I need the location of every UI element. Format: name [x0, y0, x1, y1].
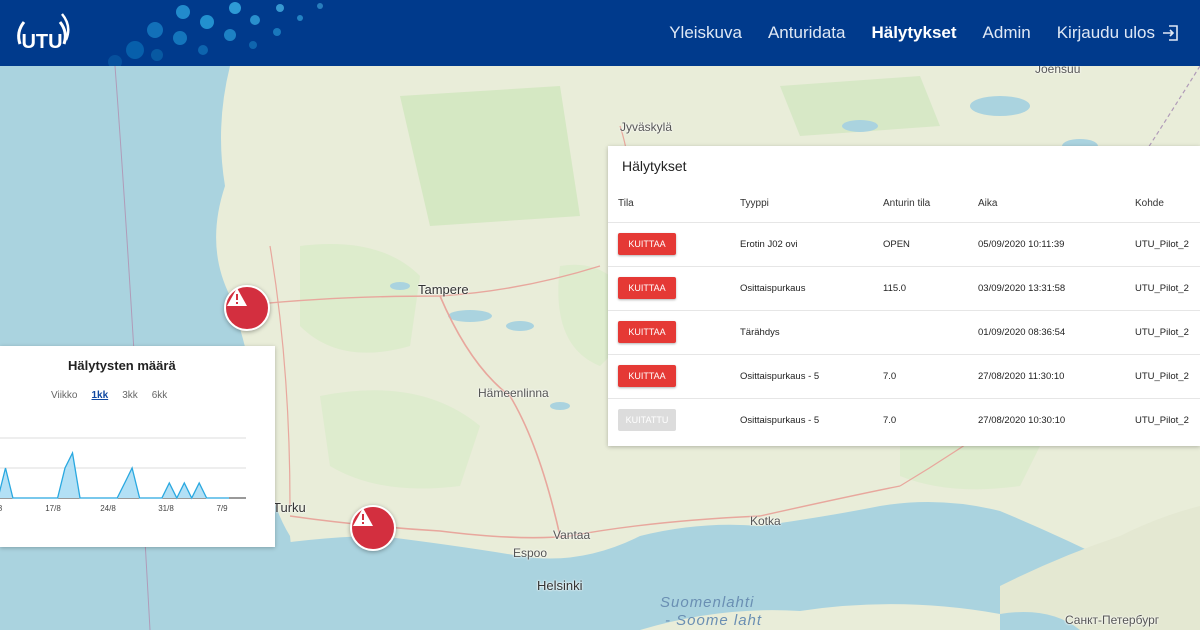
- alert-type: Tärähdys: [740, 327, 780, 338]
- alert-time: 05/09/2020 10:11:39: [978, 239, 1065, 250]
- alert-count-chart-panel: Hälytysten määrä Viikko 1kk 3kk 6kk 8 17/…: [0, 346, 275, 547]
- table-row: KUITTAA Tärähdys 01/09/2020 08:36:54 UTU…: [608, 310, 1200, 354]
- column-header: Tyyppi: [740, 198, 769, 209]
- range-week[interactable]: Viikko: [51, 390, 78, 401]
- alert-count-chart: 8 17/8 24/8 31/8 7/9: [0, 437, 246, 513]
- alert-target: UTU_Pilot_2: [1135, 283, 1189, 294]
- nav-label: Hälytykset: [871, 23, 957, 42]
- alert-type: Osittaispurkaus - 5: [740, 415, 820, 426]
- decorative-dots: [108, 2, 323, 66]
- alert-target: UTU_Pilot_2: [1135, 239, 1189, 250]
- acknowledge-button[interactable]: KUITTAA: [618, 321, 676, 343]
- utu-logo[interactable]: UTU: [12, 10, 72, 58]
- table-row: KUITTAA Osittaispurkaus - 5 7.0 27/08/20…: [608, 354, 1200, 398]
- panel-title: Hälytykset: [622, 158, 687, 174]
- x-tick-label: 31/8: [158, 504, 174, 513]
- range-1-month[interactable]: 1kk: [92, 390, 109, 401]
- svg-text:UTU: UTU: [21, 31, 62, 53]
- table-row: KUITTAA Erotin J02 ovi OPEN 05/09/2020 1…: [608, 222, 1200, 266]
- sensor-state: OPEN: [883, 239, 910, 250]
- city-label: Hämeenlinna: [478, 386, 549, 400]
- warning-icon: [353, 508, 373, 526]
- range-6-months[interactable]: 6kk: [152, 390, 168, 401]
- logout-icon: [1163, 25, 1178, 41]
- alert-target: UTU_Pilot_2: [1135, 327, 1189, 338]
- sea-label: Suomenlahti: [660, 594, 755, 611]
- x-tick-label: 24/8: [100, 504, 116, 513]
- nav-admin[interactable]: Admin: [983, 23, 1031, 43]
- city-label: Санкт-Петербург: [1065, 613, 1160, 627]
- alert-time: 03/09/2020 13:31:58: [978, 283, 1066, 294]
- nav-halytykset[interactable]: Hälytykset: [871, 23, 956, 43]
- city-label: Helsinki: [537, 578, 583, 593]
- city-label: Tampere: [418, 282, 469, 297]
- nav-logout[interactable]: Kirjaudu ulos: [1057, 23, 1180, 43]
- city-label: Jyväskylä: [620, 120, 673, 134]
- city-label: Joensuu: [1035, 66, 1081, 76]
- city-label: Kotka: [750, 514, 781, 528]
- alert-time: 27/08/2020 11:30:10: [978, 371, 1065, 382]
- range-3-months[interactable]: 3kk: [122, 390, 138, 401]
- nav-label: Admin: [982, 23, 1031, 42]
- alert-type: Osittaispurkaus - 5: [740, 371, 820, 382]
- acknowledged-button: KUITATTU: [618, 409, 676, 431]
- x-tick-label: 8: [0, 504, 3, 513]
- acknowledge-button[interactable]: KUITTAA: [618, 365, 676, 387]
- column-header: Anturin tila: [883, 198, 931, 209]
- nav-yleiskuva[interactable]: Yleiskuva: [669, 23, 742, 43]
- alert-target: UTU_Pilot_2: [1135, 415, 1189, 426]
- warning-icon: [227, 288, 247, 306]
- sensor-state: 7.0: [883, 371, 897, 382]
- warning-marker[interactable]: [350, 505, 396, 551]
- top-navbar: UTU Yleiskuva Anturidata Hälytykset Admi…: [0, 0, 1200, 66]
- column-header: Kohde: [1135, 198, 1164, 209]
- x-tick-label: 17/8: [45, 504, 61, 513]
- main-nav: Yleiskuva Anturidata Hälytykset Admin Ki…: [643, 0, 1180, 66]
- range-selector: Viikko 1kk 3kk 6kk: [51, 390, 181, 401]
- warning-marker[interactable]: [224, 285, 270, 331]
- nav-label: Yleiskuva: [669, 23, 742, 42]
- x-tick-label: 7/9: [216, 504, 228, 513]
- alert-time: 01/09/2020 08:36:54: [978, 327, 1066, 338]
- acknowledge-button[interactable]: KUITTAA: [618, 277, 676, 299]
- table-row: KUITTAA Osittaispurkaus 115.0 03/09/2020…: [608, 266, 1200, 310]
- nav-label: Anturidata: [767, 23, 846, 42]
- sea-label: - Soome laht: [665, 612, 763, 629]
- city-label: Turku: [273, 500, 306, 515]
- nav-label: Kirjaudu ulos: [1056, 23, 1155, 42]
- city-label: Vantaa: [553, 528, 591, 542]
- nav-anturidata[interactable]: Anturidata: [768, 23, 846, 43]
- city-label: Espoo: [513, 546, 548, 560]
- column-header: Aika: [978, 198, 998, 209]
- alert-type: Erotin J02 ovi: [740, 239, 798, 250]
- sensor-state: 7.0: [883, 415, 897, 426]
- alerts-panel: Hälytykset Tila Tyyppi Anturin tila Aika…: [608, 146, 1200, 446]
- column-header: Tila: [618, 198, 634, 209]
- series-line: [0, 450, 229, 500]
- alert-target: UTU_Pilot_2: [1135, 371, 1189, 382]
- acknowledge-button[interactable]: KUITTAA: [618, 233, 676, 255]
- chart-title: Hälytysten määrä: [68, 358, 176, 373]
- alert-time: 27/08/2020 10:30:10: [978, 415, 1066, 426]
- alert-type: Osittaispurkaus: [740, 283, 806, 294]
- sensor-state: 115.0: [883, 283, 907, 294]
- table-row: KUITATTU Osittaispurkaus - 5 7.0 27/08/2…: [608, 398, 1200, 442]
